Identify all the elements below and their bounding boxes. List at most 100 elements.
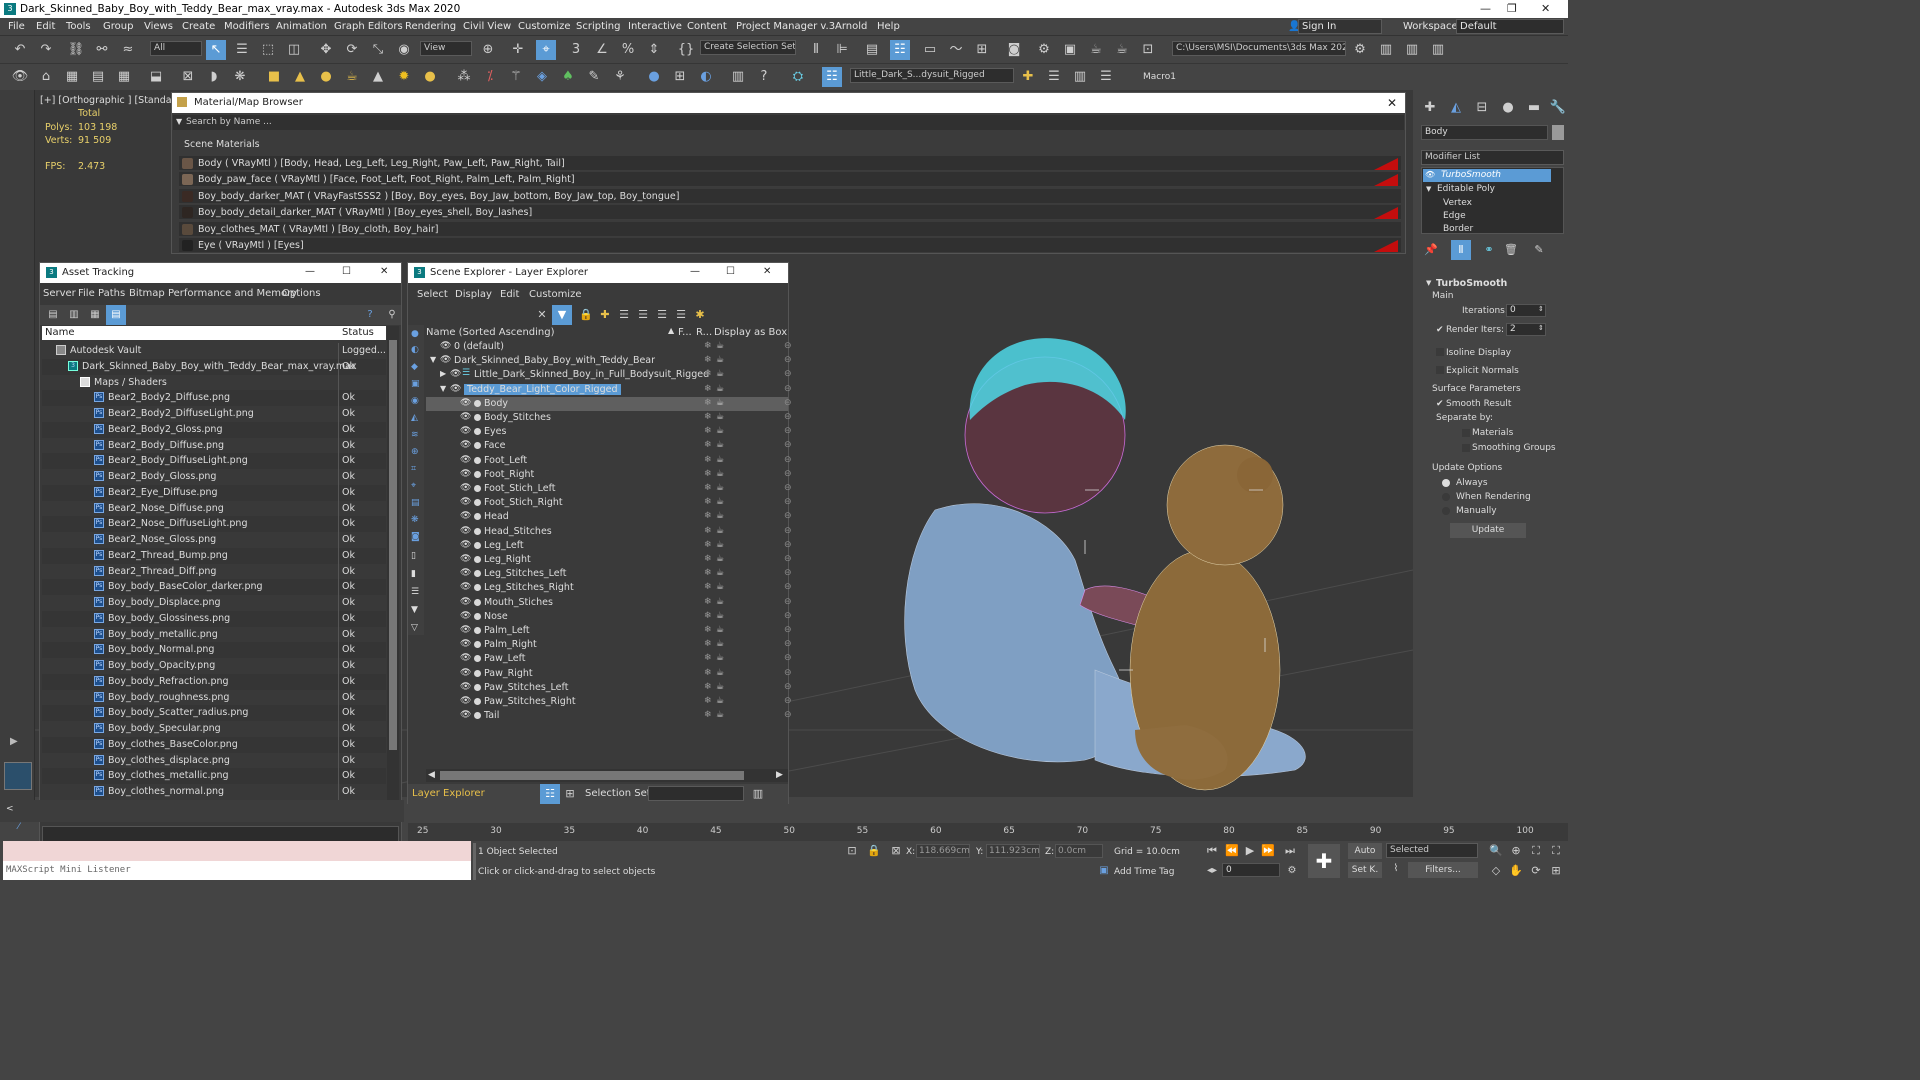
stack-eye-icon[interactable]: 👁 [1425, 170, 1435, 179]
display-as-box-icon[interactable]: ⊖ [784, 412, 792, 422]
visibility-eye-icon[interactable]: 👁 [460, 498, 471, 507]
iterations-spinner[interactable]: 0 ⇕ [1506, 304, 1546, 317]
menu-rendering[interactable]: Rendering [405, 21, 456, 32]
manually-radio[interactable] [1442, 507, 1450, 515]
freeze-icon[interactable]: ❄ [704, 355, 712, 365]
viewport-thumbnail[interactable] [4, 762, 32, 790]
freeze-icon[interactable]: ❄ [704, 682, 712, 692]
stack-expand-icon[interactable]: ▼ [1426, 185, 1431, 193]
scene-filter-icon[interactable]: ▼ [552, 305, 572, 325]
freeze-icon[interactable]: ❄ [704, 455, 712, 465]
modify-tab-icon[interactable]: ◭ [1446, 98, 1466, 118]
asset-menu-server[interactable]: Server [43, 288, 76, 299]
scene-object-row[interactable]: 👁 Foot_Left ❄ ☕ ⊖ [426, 454, 792, 468]
freeze-icon[interactable]: ❄ [704, 568, 712, 578]
menu-graph-editors[interactable]: Graph Editors [334, 21, 403, 32]
status-icon[interactable] [473, 843, 476, 880]
link-icon[interactable]: ⛓ [66, 40, 86, 60]
schematic-icon[interactable]: ⊞ [972, 40, 992, 60]
scene-layer-4-icon[interactable]: ☰ [671, 305, 691, 325]
update-button[interactable]: Update [1450, 523, 1526, 538]
side-tool-2-icon[interactable]: ◐ [411, 345, 419, 355]
display-as-box-icon[interactable]: ⊖ [784, 455, 792, 465]
freeze-icon[interactable]: ❄ [704, 426, 712, 436]
ribbon-icon[interactable]: ▭ [920, 40, 940, 60]
material-browser-close-icon[interactable]: ✕ [1387, 96, 1397, 110]
angle-snap-icon[interactable]: ∠ [592, 40, 612, 60]
display-as-box-icon[interactable]: ⊖ [784, 426, 792, 436]
move-icon[interactable]: ✥ [316, 40, 336, 60]
scene-object-row[interactable]: 👁 Paw_Right ❄ ☕ ⊖ [426, 667, 792, 681]
always-radio[interactable] [1442, 479, 1450, 487]
asset-menu-file[interactable]: File [78, 288, 95, 299]
asset-row[interactable]: Ps Boy_body_Glossiness.png Ok [42, 610, 386, 627]
visibility-eye-icon[interactable]: 👁 [460, 427, 471, 436]
asset-row[interactable]: Ps Bear2_Thread_Diff.png Ok [42, 563, 386, 580]
renderable-icon[interactable]: ☕ [716, 369, 724, 379]
display-as-box-icon[interactable]: ⊖ [784, 582, 792, 592]
side-tool-12-icon[interactable]: ❋ [411, 515, 419, 525]
pyramid-icon[interactable]: ▲ [368, 67, 388, 87]
visibility-eye-icon[interactable]: 👁 [460, 626, 471, 635]
smoothing-groups-checkbox[interactable] [1462, 444, 1470, 452]
auto-key-button[interactable]: Auto [1348, 843, 1382, 859]
scene-layer-row[interactable]: 👁 0 (default) ❄ ☕ ⊖ [426, 340, 792, 354]
scene-menu-display[interactable]: Display [455, 289, 492, 300]
layer-select-icon[interactable]: ▥ [1070, 67, 1090, 87]
scene-object-row[interactable]: 👁 Foot_Stich_Right ❄ ☕ ⊖ [426, 496, 792, 510]
freeze-icon[interactable]: ❄ [704, 384, 712, 394]
display-as-box-icon[interactable]: ⊖ [784, 355, 792, 365]
hierarchy-tab-icon[interactable]: ⊟ [1472, 98, 1492, 118]
track-curve-icon[interactable]: ⁄ [18, 822, 20, 832]
filters-button[interactable]: Filters... [1408, 862, 1478, 878]
play-icon[interactable]: ▶ [1240, 841, 1260, 861]
scene-object-row[interactable]: 👁 Face ❄ ☕ ⊖ [426, 439, 792, 453]
render-in-cloud-icon[interactable]: ⊡ [1138, 40, 1158, 60]
viewport-label[interactable]: [+] [Orthographic ] [Standard ] [40, 95, 188, 106]
stack-label-vertex[interactable]: Vertex [1443, 198, 1472, 208]
visibility-eye-icon[interactable]: 👁 [460, 398, 471, 408]
material-search-field[interactable]: ▼ Search by Name ... [173, 115, 1404, 130]
set-key-button[interactable]: Set K. [1348, 862, 1382, 878]
asset-row[interactable]: Ps Boy_body_Refraction.png Ok [42, 673, 386, 690]
when-rendering-radio[interactable] [1442, 493, 1450, 501]
renderable-icon[interactable]: ☕ [716, 668, 724, 678]
asset-row[interactable]: Ps Boy_body_Normal.png Ok [42, 642, 386, 658]
freeze-icon[interactable]: ❄ [704, 341, 712, 351]
tool-icon-18[interactable]: ▥ [728, 67, 748, 87]
orbit-icon[interactable]: ⟳ [1526, 861, 1546, 881]
visibility-eye-icon[interactable]: 👁 [450, 384, 461, 394]
show-end-result-icon[interactable]: Ⅱ [1451, 240, 1471, 260]
new-layer-icon[interactable]: ✚ [1018, 67, 1038, 87]
renderable-icon[interactable]: ☕ [716, 568, 724, 578]
bind-spacewarp-icon[interactable]: ≈ [118, 40, 138, 60]
asset-row[interactable]: Ps Bear2_Body2_Gloss.png Ok [42, 421, 386, 438]
material-row[interactable]: Body ( VRayMtl ) [Body, Head, Leg_Left, … [179, 156, 1401, 171]
curve-editor-icon[interactable]: 〜 [946, 40, 966, 60]
selection-set-field[interactable] [648, 786, 744, 801]
asset-row[interactable]: Ps Boy_clothes_metallic.png Ok [42, 768, 386, 784]
freeze-icon[interactable]: ❄ [704, 511, 712, 521]
menu-views[interactable]: Views [144, 21, 173, 32]
zoom-icon[interactable]: 🔍 [1486, 841, 1506, 861]
tool-icon-8[interactable]: ⁂ [454, 67, 474, 87]
time-config-icon[interactable]: ⚙ [1282, 861, 1302, 881]
tool-icon-9[interactable]: ⁒ [480, 67, 500, 87]
scene-object-row[interactable]: 👁 Head_Stitches ❄ ☕ ⊖ [426, 525, 792, 539]
display-as-box-icon[interactable]: ⊖ [784, 384, 792, 394]
renderable-icon[interactable]: ☕ [716, 710, 724, 720]
timeline[interactable]: 25 30 35 40 45 50 55 60 65 70 75 80 85 90 95 100 [408, 823, 1568, 841]
render-setup-icon[interactable]: ⚙ [1034, 40, 1054, 60]
z-field[interactable]: 0.0cm [1055, 844, 1103, 858]
help-circle-icon[interactable]: ? [754, 67, 774, 87]
asset-row[interactable]: Ps Bear2_Body_Diffuse.png Ok [42, 437, 386, 454]
display-as-box-icon[interactable]: ⊖ [784, 540, 792, 550]
scene-col-box[interactable]: Display as Box [714, 327, 787, 338]
scene-object-row[interactable]: 👁 Palm_Right ❄ ☕ ⊖ [426, 638, 792, 652]
asset-row[interactable]: Ps Boy_clothes_displace.png Ok [42, 752, 386, 769]
visibility-eye-icon[interactable]: 👁 [460, 512, 471, 521]
maxscript-listener[interactable]: MAXScript Mini Listener [3, 861, 471, 880]
visibility-eye-icon[interactable]: 👁 [460, 597, 471, 607]
stack-item-turbosmooth[interactable]: 👁 TurboSmooth [1423, 169, 1551, 182]
menu-arnold[interactable]: Arnold [835, 21, 867, 32]
